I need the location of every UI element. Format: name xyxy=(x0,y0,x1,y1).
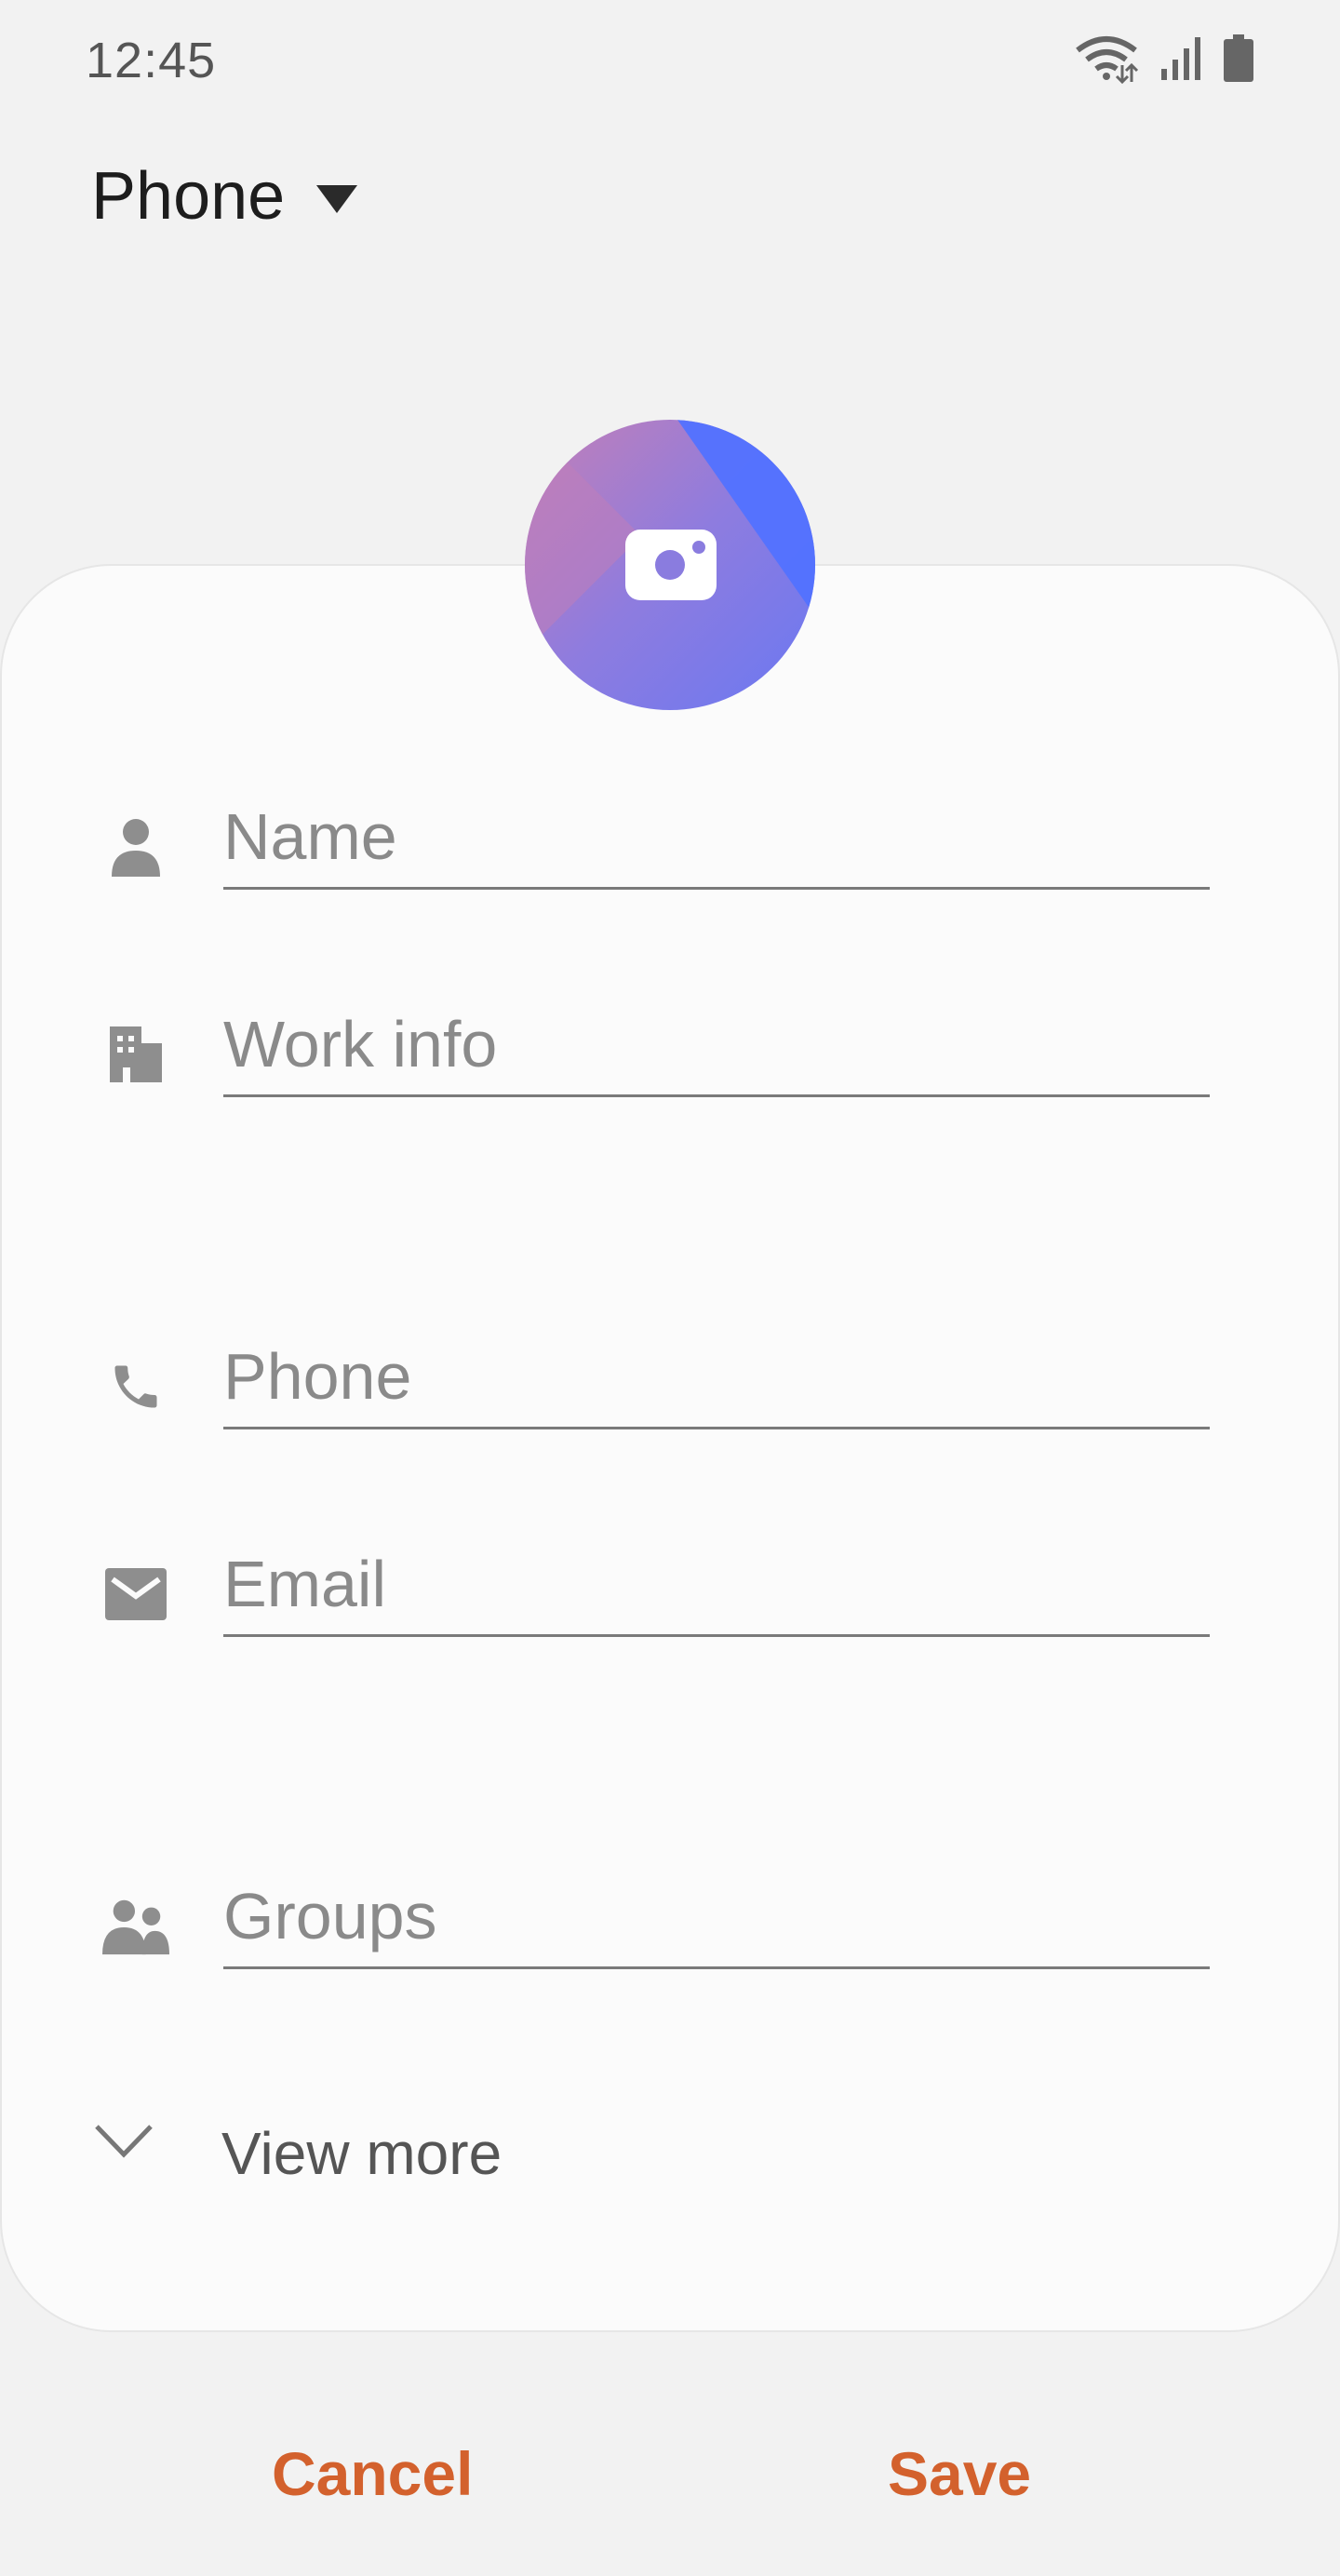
chevron-down-icon xyxy=(93,2121,154,2165)
email-input[interactable] xyxy=(223,1533,1210,1637)
contact-form-card xyxy=(0,564,1340,2332)
camera-flash xyxy=(692,541,705,554)
status-time: 12:45 xyxy=(86,33,217,88)
add-photo-button[interactable] xyxy=(525,420,815,710)
groups-input[interactable] xyxy=(223,1865,1210,1969)
view-more-label: View more xyxy=(221,2120,502,2187)
battery-icon xyxy=(1223,34,1254,83)
groups-icon xyxy=(102,1893,169,1960)
status-bar: 12:45 xyxy=(0,0,1340,121)
view-more-button[interactable]: View more xyxy=(0,2099,1340,2201)
storage-selector[interactable]: Phone xyxy=(91,158,358,235)
status-icons xyxy=(1074,34,1254,84)
camera-lens xyxy=(655,550,685,580)
cancel-button[interactable]: Cancel xyxy=(272,2438,473,2509)
dropdown-triangle-icon xyxy=(316,185,358,213)
name-row xyxy=(2,785,1340,897)
bottom-action-bar: Cancel Save xyxy=(0,2420,1340,2531)
phone-icon xyxy=(102,1353,169,1420)
groups-row xyxy=(2,1865,1340,1977)
email-row xyxy=(2,1533,1340,1644)
phone-input[interactable] xyxy=(223,1325,1210,1429)
work-info-input[interactable] xyxy=(223,993,1210,1097)
name-input[interactable] xyxy=(223,785,1210,890)
wifi-icon xyxy=(1074,34,1139,84)
person-icon xyxy=(102,813,169,880)
work-info-row xyxy=(2,993,1340,1105)
camera-icon xyxy=(625,530,717,600)
email-icon xyxy=(102,1561,169,1628)
storage-label: Phone xyxy=(91,159,286,234)
save-button[interactable]: Save xyxy=(888,2438,1031,2509)
phone-row xyxy=(2,1325,1340,1437)
signal-icon xyxy=(1159,35,1202,82)
building-icon xyxy=(102,1021,169,1088)
